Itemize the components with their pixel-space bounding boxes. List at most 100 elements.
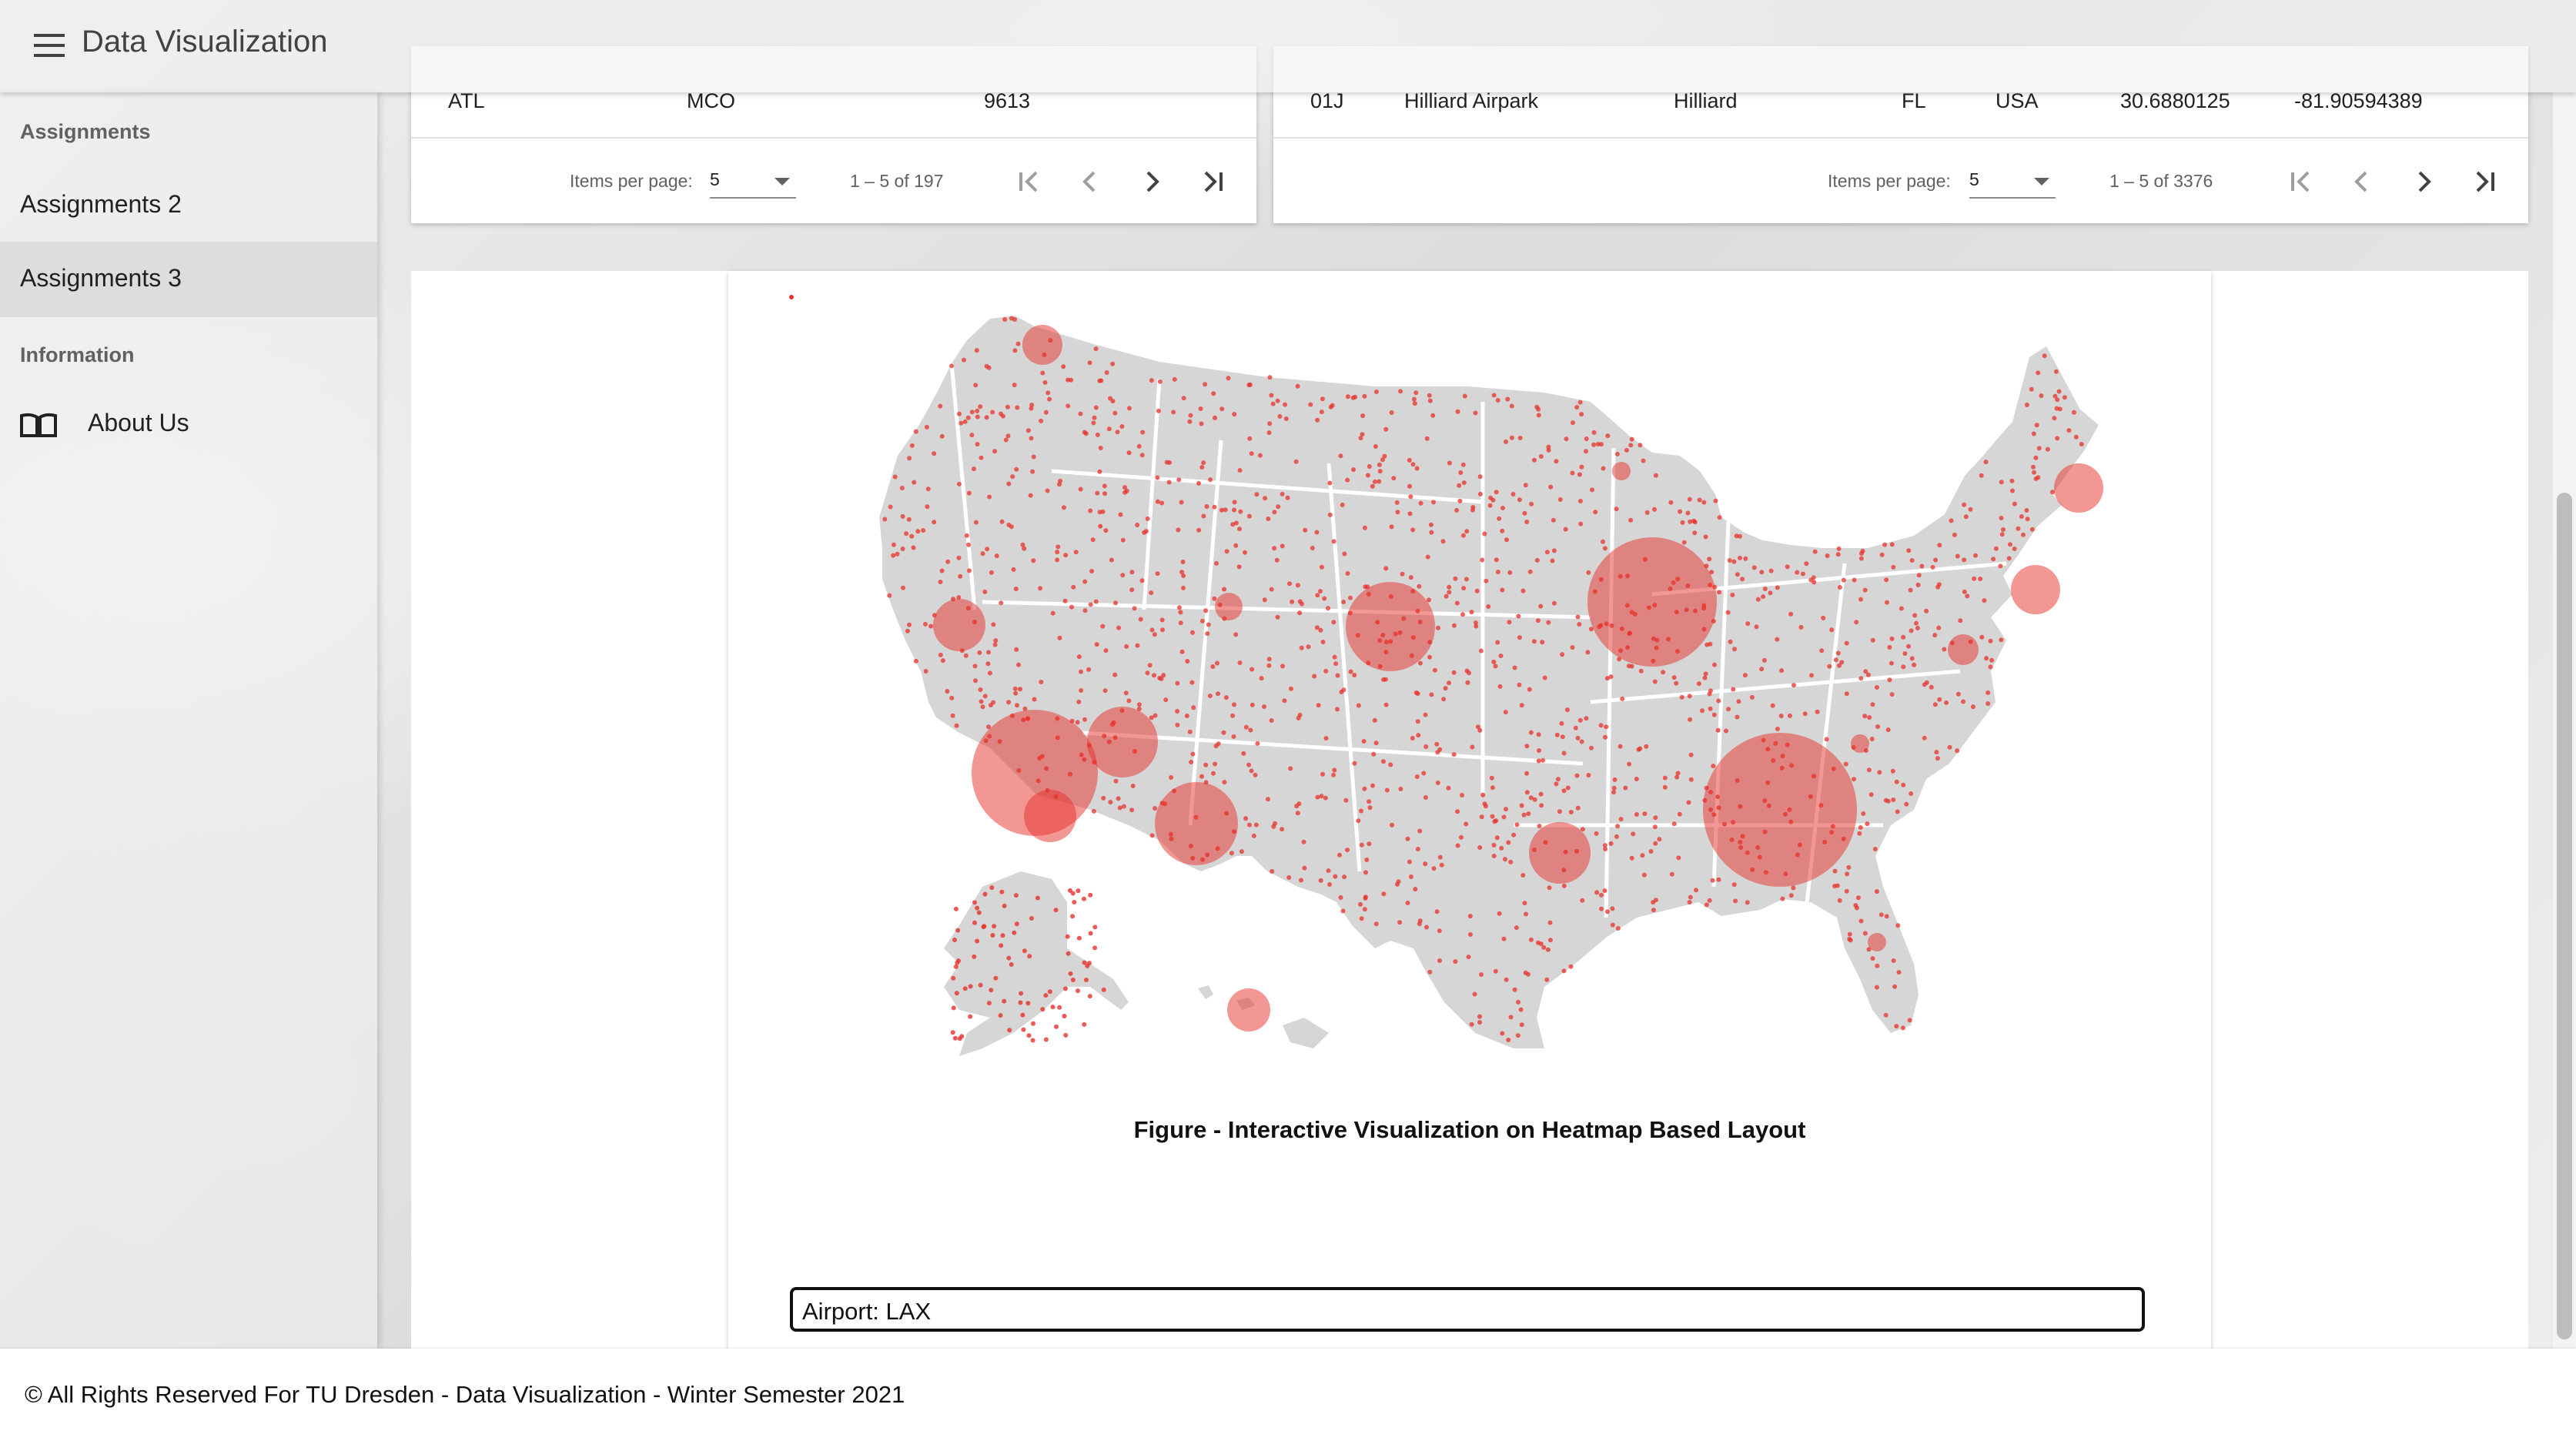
airport-hub-circle[interactable] bbox=[1703, 733, 1857, 887]
airport-dot bbox=[1415, 719, 1420, 724]
airport-dot bbox=[945, 559, 951, 564]
page-footer: © All Rights Reserved For TU Dresden - D… bbox=[0, 1349, 2576, 1441]
previous-page-button[interactable] bbox=[2343, 163, 2380, 200]
airport-dot bbox=[1006, 481, 1012, 486]
airport-dot bbox=[2001, 527, 2006, 532]
airport-hub-circle[interactable] bbox=[1346, 582, 1435, 671]
airport-dot bbox=[901, 585, 905, 590]
airport-dot bbox=[1653, 815, 1658, 821]
airport-dot bbox=[1887, 645, 1892, 650]
airport-dot bbox=[1955, 553, 1960, 559]
airport-dot bbox=[1510, 492, 1516, 496]
airport-dot bbox=[1430, 413, 1436, 418]
airport-dot bbox=[1076, 699, 1082, 704]
airport-dot bbox=[1624, 447, 1629, 453]
next-page-button[interactable] bbox=[2405, 163, 2442, 200]
airport-dot bbox=[1952, 532, 1957, 537]
airport-dot bbox=[1870, 956, 1875, 961]
previous-page-button[interactable] bbox=[1072, 163, 1109, 200]
airport-dot bbox=[1267, 421, 1273, 426]
airport-hub-circle[interactable] bbox=[1612, 462, 1631, 480]
last-page-button[interactable] bbox=[2467, 163, 2504, 200]
airport-dot bbox=[1887, 677, 1892, 683]
airport-dot bbox=[1030, 469, 1035, 474]
airport-dot bbox=[1491, 854, 1497, 858]
airport-dot bbox=[1012, 686, 1018, 691]
airport-dot bbox=[1825, 553, 1830, 558]
next-page-button[interactable] bbox=[1133, 163, 1170, 200]
us-airport-map[interactable] bbox=[728, 271, 2211, 1087]
airport-hub-circle[interactable] bbox=[1529, 822, 1591, 884]
airport-dot bbox=[1030, 1038, 1035, 1043]
airport-hub-circle[interactable] bbox=[1227, 988, 1270, 1031]
airport-hub-circle[interactable] bbox=[2011, 565, 2060, 614]
airport-dot bbox=[1915, 582, 1921, 587]
airport-dot bbox=[1229, 851, 1234, 856]
items-per-page-select[interactable]: 5 bbox=[710, 166, 796, 199]
page-range-label: 1 – 5 of 197 bbox=[850, 171, 944, 191]
sidebar-item-about-us[interactable]: About Us bbox=[0, 386, 377, 460]
airport-hub-circle[interactable] bbox=[1868, 933, 1886, 951]
first-page-button[interactable] bbox=[1010, 163, 1047, 200]
airport-hub-circle[interactable] bbox=[1851, 734, 1869, 753]
airport-dot bbox=[1688, 717, 1693, 722]
first-page-button[interactable] bbox=[2282, 163, 2319, 200]
airport-dot bbox=[1955, 691, 1961, 697]
airport-dot bbox=[1491, 393, 1497, 398]
airport-dot bbox=[1677, 811, 1682, 817]
airport-dot bbox=[1577, 499, 1583, 503]
airport-dot bbox=[1494, 490, 1499, 495]
airport-dot bbox=[1570, 470, 1575, 476]
airport-dot bbox=[1901, 782, 1906, 787]
airport-dot bbox=[1909, 656, 1915, 661]
airport-dot bbox=[1373, 921, 1379, 927]
airport-hub-circle[interactable] bbox=[2054, 463, 2103, 513]
airport-hub-circle[interactable] bbox=[1087, 707, 1158, 777]
airport-dot bbox=[1787, 713, 1792, 718]
airport-dot bbox=[1063, 986, 1068, 991]
airport-hub-circle[interactable] bbox=[1215, 593, 1243, 620]
airport-dot bbox=[1542, 675, 1547, 680]
airport-hub-circle[interactable] bbox=[1024, 790, 1076, 842]
airport-hub-circle[interactable] bbox=[933, 599, 985, 651]
sidebar-item-assignments-2[interactable]: Assignments 2 bbox=[0, 168, 377, 242]
airport-dot bbox=[1949, 518, 1954, 523]
scrollbar-thumb[interactable] bbox=[2557, 493, 2572, 1339]
airport-dot bbox=[1039, 418, 1044, 423]
airport-dot bbox=[979, 699, 984, 704]
airport-dot bbox=[1947, 744, 1952, 750]
airport-dot bbox=[1629, 855, 1634, 861]
airport-dot bbox=[1247, 436, 1253, 441]
sidebar-item-assignments-3[interactable]: Assignments 3 bbox=[0, 242, 377, 316]
airport-dot bbox=[2031, 431, 2036, 436]
airport-dot bbox=[1145, 516, 1150, 521]
airport-dot bbox=[1612, 777, 1618, 782]
airport-dot bbox=[1348, 595, 1353, 600]
airport-dot bbox=[1489, 775, 1494, 781]
last-page-button[interactable] bbox=[1195, 163, 1232, 200]
airport-dot bbox=[2055, 436, 2060, 441]
airport-dot bbox=[1002, 903, 1007, 908]
airport-dot bbox=[1461, 586, 1467, 591]
airport-hub-circle[interactable] bbox=[1587, 537, 1717, 667]
airport-dot bbox=[1028, 493, 1033, 498]
airport-dot bbox=[1436, 625, 1440, 630]
airport-dot bbox=[1253, 772, 1258, 777]
page-scrollbar[interactable] bbox=[2553, 92, 2576, 1349]
airport-dot bbox=[1383, 566, 1389, 571]
airport-dot bbox=[1088, 892, 1093, 898]
airport-dot bbox=[1216, 741, 1221, 747]
airport-dot bbox=[1205, 631, 1210, 637]
airport-dot bbox=[1791, 885, 1796, 891]
airport-dot bbox=[1866, 767, 1872, 773]
row-divider bbox=[1273, 137, 2528, 139]
items-per-page-select[interactable]: 5 bbox=[1969, 166, 2056, 199]
airport-hub-circle[interactable] bbox=[1948, 634, 1979, 665]
airport-hub-circle[interactable] bbox=[1155, 782, 1238, 865]
airport-dot bbox=[1009, 316, 1014, 321]
airport-hub-circle[interactable] bbox=[1022, 325, 1062, 365]
airport-dot bbox=[1508, 859, 1514, 864]
menu-icon[interactable] bbox=[34, 34, 65, 57]
airport-dot bbox=[1025, 428, 1031, 433]
airport-dot bbox=[1988, 664, 1993, 670]
